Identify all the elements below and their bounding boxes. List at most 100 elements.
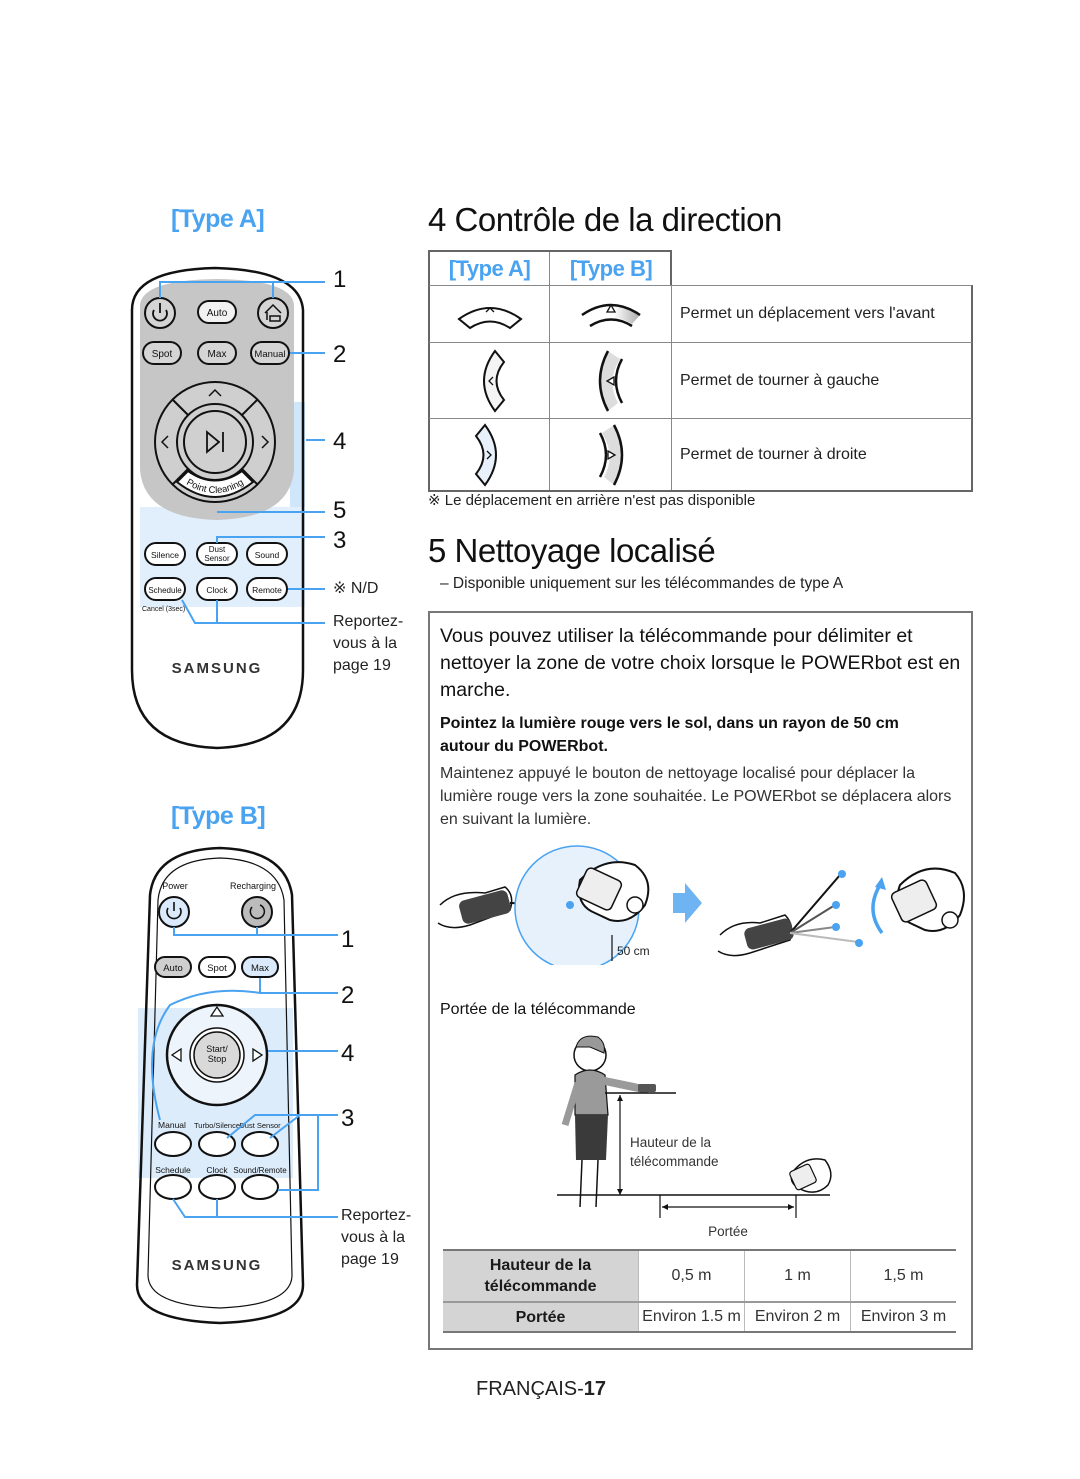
callout-4-b: 4 [341, 1040, 355, 1067]
direction-table-header: [Type A] [Type B] [428, 250, 672, 285]
remote-a-illustration: Auto Spot Max Manual Point Cleaning Sile… [130, 266, 325, 750]
callout-5-a: 5 [333, 497, 347, 524]
clock-label: Clock [206, 1165, 228, 1175]
schedule-button[interactable]: Schedule [144, 577, 186, 601]
page-number: 17 [583, 1378, 607, 1400]
table-row: Permet un déplacement vers l'avant [428, 285, 973, 342]
row-label: Permet de tourner à droite [680, 445, 867, 463]
manual-label: Manual [158, 1120, 186, 1130]
home-button[interactable] [257, 297, 289, 329]
spot-button[interactable]: Spot [142, 341, 182, 365]
type-b-cell [550, 343, 672, 418]
header-type-a: [Type A] [430, 252, 550, 285]
sound-button[interactable]: Sound [246, 542, 288, 566]
person-figure [561, 1035, 656, 1208]
section5-title: 5 Nettoyage localisé [428, 532, 716, 569]
see-page-line: vous à la [333, 635, 398, 652]
silence-button[interactable]: Silence [144, 542, 186, 566]
table-cell: Environ 2 m [744, 1303, 850, 1331]
nd-note: ※ N/D [333, 580, 379, 597]
auto-button[interactable]: Auto [197, 300, 237, 324]
recharging-button[interactable] [241, 896, 273, 928]
power-button[interactable] [158, 896, 190, 928]
robot-3 [789, 1158, 832, 1193]
row-label: Permet un déplacement vers l'avant [680, 305, 935, 322]
row-label: Permet de tourner à gauche [680, 371, 880, 389]
sound-remote-button[interactable] [241, 1174, 279, 1200]
stop-label: Stop [208, 1054, 227, 1064]
page-footer: FRANÇAIS-17 [476, 1378, 606, 1401]
height-label-2: télécommande [630, 1154, 719, 1169]
clock-button[interactable] [198, 1174, 236, 1200]
turbo-silence-label: Turbo/Silence [194, 1121, 240, 1130]
callout-2-a: 2 [333, 341, 347, 368]
range-diagram: Hauteur de la télécommande Portée [557, 1035, 832, 1239]
manual-button[interactable] [154, 1131, 192, 1157]
radius-label: 50 cm [617, 944, 650, 958]
manual-button[interactable]: Manual [250, 341, 290, 365]
callout-1-a: 1 [333, 266, 347, 293]
range-table: Hauteur de la télécommande 0,5 m 1 m 1,5… [443, 1249, 956, 1333]
table-row: Permet de tourner à gauche [428, 342, 973, 418]
table-cell: 1,5 m [850, 1251, 956, 1301]
clock-label: Clock [206, 585, 228, 595]
see-page-line: vous à la [341, 1229, 406, 1246]
light-dots [832, 870, 863, 947]
type-a-cell [430, 343, 550, 418]
backward-note: ※ Le déplacement en arrière n'est pas di… [428, 492, 756, 509]
spot-label: Spot [152, 349, 173, 360]
auto-label: Auto [163, 963, 183, 974]
range-label: Portée [708, 1224, 748, 1239]
table-cell: Environ 3 m [850, 1303, 956, 1331]
section5-subtitle: – Disponible uniquement sur les télécomm… [440, 575, 844, 592]
callout-1-b: 1 [341, 926, 355, 953]
light-beams [789, 874, 859, 943]
table-cell: 1 m [744, 1251, 850, 1301]
callout-4-a: 4 [333, 428, 347, 455]
see-page-link[interactable]: page 19 [341, 1249, 411, 1271]
footer-language: FRANÇAIS- [476, 1378, 584, 1400]
sound-label: Sound [255, 550, 280, 560]
samsung-logo: SAMSUNG [172, 660, 263, 677]
type-b-cell [550, 286, 672, 342]
sound-remote-label: Sound/Remote [233, 1166, 287, 1175]
table-row: Portée Environ 1.5 m Environ 2 m Environ… [443, 1301, 956, 1331]
see-page-link[interactable]: page 19 [333, 655, 403, 677]
max-button[interactable]: Max [197, 341, 237, 365]
max-button[interactable]: Max [241, 956, 279, 978]
remote-a-title: [Type A] [171, 205, 265, 233]
start-label: Start/ [206, 1044, 228, 1054]
max-label: Max [208, 349, 227, 360]
power-button[interactable] [144, 297, 176, 329]
type-a-cell [430, 419, 550, 490]
callout-3-b: 3 [341, 1105, 355, 1132]
header-type-b: [Type B] [569, 255, 653, 281]
arrow-right-icon [673, 883, 702, 923]
auto-button[interactable]: Auto [154, 956, 192, 978]
dust-sensor-button[interactable]: Dust Sensor [196, 542, 238, 566]
clock-button[interactable]: Clock [196, 577, 238, 601]
instruction-text: Maintenez appuyé le bouton de nettoyage … [440, 765, 952, 828]
max-label: Max [251, 963, 269, 974]
see-page-line: Reportez- [333, 613, 404, 630]
schedule-label: Schedule [155, 1165, 191, 1175]
remote-button[interactable]: Remote [246, 577, 288, 601]
light-dot [566, 901, 574, 909]
point-cleaning-illustration: 50 cm [437, 845, 965, 965]
remote-b-title: [Type B] [171, 802, 266, 830]
type-a-cell [430, 286, 550, 342]
see-page-a: Reportez- vous à la page 19 [333, 611, 403, 677]
cancel-label: Cancel (3sec) [142, 606, 185, 613]
row-header-height: Hauteur de la télécommande [443, 1251, 638, 1301]
hand-remote-2 [717, 914, 794, 957]
row-header-range: Portée [443, 1303, 638, 1331]
schedule-button[interactable] [154, 1174, 192, 1200]
table-row: Hauteur de la télécommande 0,5 m 1 m 1,5… [443, 1251, 956, 1301]
type-b-left-icon [598, 349, 623, 412]
hand-remote-1 [437, 886, 513, 929]
height-label-1: Hauteur de la [630, 1135, 712, 1150]
spot-button[interactable]: Spot [198, 956, 236, 978]
direction-pad[interactable]: Start/ Stop [165, 1003, 269, 1107]
rotate-arrow-icon [871, 884, 884, 935]
remote-label: Remote [252, 585, 282, 595]
